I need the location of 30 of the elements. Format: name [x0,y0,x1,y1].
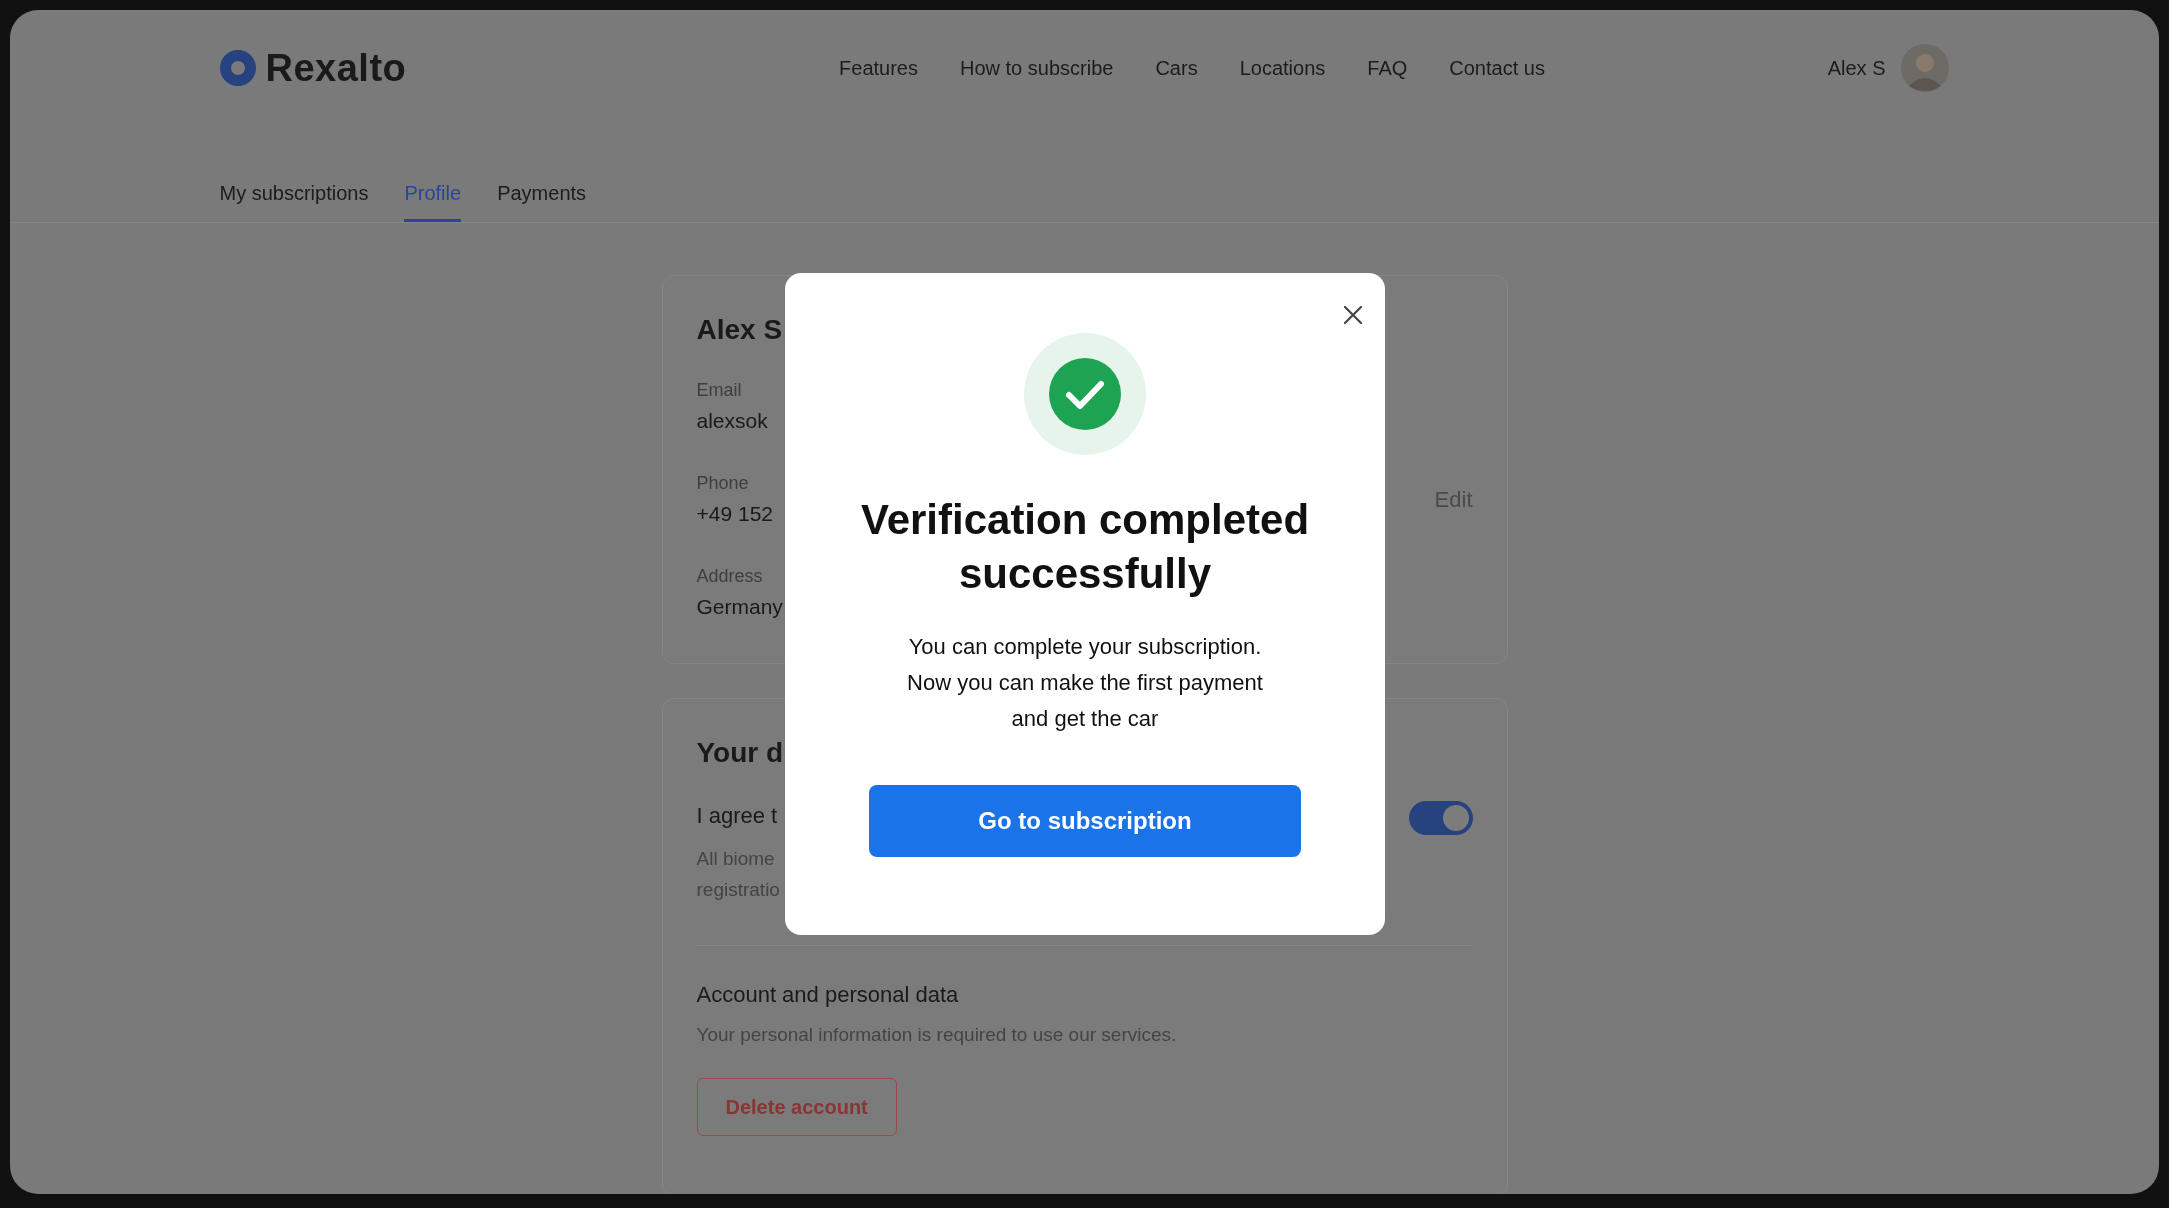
field-label: Address [696,566,764,587]
nav-link[interactable]: Locations [1239,56,1326,80]
field-value: +49 152 [696,502,774,526]
nav-link[interactable]: Features [839,56,918,80]
card-title: Your d [696,737,784,769]
brand-name[interactable]: Rexalto [265,46,407,90]
success-check-icon [1024,333,1146,455]
field-value: Germany [696,595,783,619]
consent-description: All biome registratio [696,847,780,902]
close-icon[interactable] [1343,305,1363,325]
avatar[interactable] [1901,44,1950,92]
section-title: Account and personal data [696,982,959,1008]
nav-link[interactable]: How to subscribe [960,56,1114,80]
logo-icon [219,50,256,86]
go-to-subscription-button[interactable]: Go to subscription [869,785,1301,857]
field-label: Email [696,380,743,401]
tab[interactable]: Payments [497,176,587,222]
dialog-title: Verification completed successfully [860,495,1310,599]
tab[interactable]: Profile [404,176,462,222]
tab[interactable]: My subscriptions [219,176,369,222]
field-value: alexsok [696,409,769,433]
user-name[interactable]: Alex S [1827,56,1886,80]
nav-link[interactable]: FAQ [1367,56,1408,80]
profile-name: Alex S [696,314,783,346]
field-label: Phone [696,473,750,494]
nav-link[interactable]: Contact us [1449,56,1545,80]
consent-label: I agree t [696,803,778,829]
nav-link[interactable]: Cars [1155,56,1198,80]
dialog-message: You can complete your subscription. Now you can make the first payment and get the car [907,633,1263,733]
consent-toggle[interactable] [1408,801,1473,835]
